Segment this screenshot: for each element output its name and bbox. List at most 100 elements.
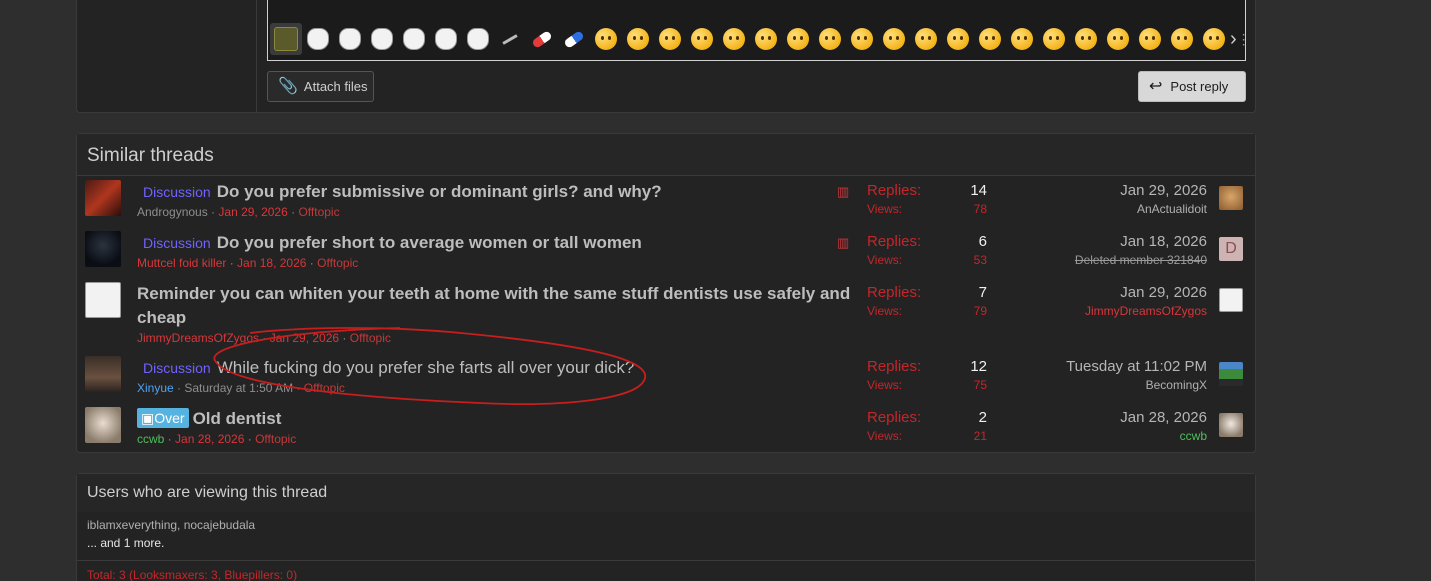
last-post-user[interactable]: ccwb (1007, 429, 1207, 443)
last-post-date[interactable]: Jan 18, 2026 (1007, 233, 1207, 250)
thread-prefix[interactable]: Discussion (143, 360, 211, 376)
emoji-face-icon (787, 28, 809, 50)
thread-author[interactable]: Muttcel foid killer (137, 256, 226, 270)
meme-face-icon (403, 28, 425, 50)
thread-forum[interactable]: Offtopic (317, 256, 358, 270)
smilie-button[interactable] (494, 23, 526, 55)
author-avatar[interactable] (85, 356, 121, 392)
attach-files-button[interactable]: 📎 Attach files (267, 71, 374, 102)
thread-date[interactable]: Jan 29, 2026 (270, 331, 339, 345)
replies-count: 12 (970, 358, 987, 375)
message-editor[interactable]: › ⋮ (267, 0, 1251, 61)
smilie-button[interactable] (974, 23, 1006, 55)
smilie-button[interactable] (686, 23, 718, 55)
thread-date[interactable]: Jan 29, 2026 (218, 205, 287, 219)
smilie-button[interactable] (1166, 23, 1198, 55)
thread-title-text[interactable]: Old dentist (193, 409, 282, 428)
last-poster-avatar[interactable] (1219, 288, 1243, 312)
smilie-button[interactable] (398, 23, 430, 55)
views-count: 79 (973, 304, 987, 318)
thread-forum[interactable]: Offtopic (255, 432, 296, 446)
smilie-button[interactable] (334, 23, 366, 55)
thread-title[interactable]: ▣Over Old dentist (137, 407, 862, 431)
thread-title[interactable]: Discussion While fucking do you prefer sh… (137, 356, 862, 380)
thread-title-text[interactable]: Reminder you can whiten your teeth at ho… (137, 284, 850, 327)
thread-author[interactable]: JimmyDreamsOfZygos (137, 331, 259, 345)
emoji-face-icon (851, 28, 873, 50)
reply-editor-block: › ⋮ 📎 Attach files ↩ Post reply (76, 0, 1256, 113)
replies-label: Replies: (867, 284, 922, 301)
thread-prefix[interactable]: Discussion (143, 235, 211, 251)
thread-prefix-over[interactable]: ▣Over (137, 408, 189, 428)
thread-author[interactable]: Xinyue (137, 381, 174, 395)
thread-author[interactable]: ccwb (137, 432, 164, 446)
author-avatar[interactable] (85, 282, 121, 318)
thread-prefix[interactable]: Discussion (143, 184, 211, 200)
thread-title-text[interactable]: Do you prefer short to average women or … (217, 233, 642, 252)
smilie-button[interactable] (1102, 23, 1134, 55)
emoji-face-icon (723, 28, 745, 50)
emoji-face-icon (1075, 28, 1097, 50)
last-post-user[interactable]: JimmyDreamsOfZygos (1007, 304, 1207, 318)
smilie-button[interactable] (430, 23, 462, 55)
last-post-date[interactable]: Jan 29, 2026 (1007, 284, 1207, 301)
smilie-button[interactable] (1070, 23, 1102, 55)
smilie-button[interactable] (654, 23, 686, 55)
smilie-button[interactable] (302, 23, 334, 55)
last-post-user[interactable]: AnActualidoit (1007, 202, 1207, 216)
smilie-button[interactable] (846, 23, 878, 55)
smilie-button[interactable] (782, 23, 814, 55)
thread-date[interactable]: Saturday at 1:50 AM (184, 381, 293, 395)
thread-title-text[interactable]: While fucking do you prefer she farts al… (217, 358, 635, 377)
smilie-button[interactable] (1134, 23, 1166, 55)
smilie-button[interactable] (718, 23, 750, 55)
thread-title-text[interactable]: Do you prefer submissive or dominant gir… (217, 182, 662, 201)
paperclip-icon: 📎 (278, 77, 298, 95)
last-post-date[interactable]: Jan 28, 2026 (1007, 409, 1207, 426)
thread-title[interactable]: Discussion Do you prefer short to average… (137, 231, 862, 255)
smilie-button[interactable] (558, 23, 590, 55)
thread-forum[interactable]: Offtopic (350, 331, 391, 345)
viewing-user-list[interactable]: iblamxeverything, nocajebudala (77, 512, 1255, 532)
last-post-date[interactable]: Tuesday at 11:02 PM (1007, 358, 1207, 375)
smilie-button[interactable] (814, 23, 846, 55)
meme-face-icon (435, 28, 457, 50)
thread-forum[interactable]: Offtopic (304, 381, 345, 395)
chevron-right-icon[interactable]: › (1230, 28, 1237, 51)
thread-title[interactable]: Reminder you can whiten your teeth at ho… (137, 282, 862, 330)
smilie-button[interactable] (1198, 23, 1230, 55)
smilie-button[interactable] (750, 23, 782, 55)
smilie-button[interactable] (1038, 23, 1070, 55)
views-count: 78 (973, 202, 987, 216)
thread-forum[interactable]: Offtopic (298, 205, 339, 219)
smilie-button[interactable] (942, 23, 974, 55)
views-label: Views: (867, 378, 903, 392)
smilie-button[interactable] (878, 23, 910, 55)
thread-date[interactable]: Jan 18, 2026 (237, 256, 306, 270)
last-poster-avatar[interactable] (1219, 362, 1243, 386)
attach-files-label: Attach files (303, 79, 368, 94)
smilie-button[interactable] (622, 23, 654, 55)
thread-author[interactable]: Androgynous (137, 205, 208, 219)
thread-date[interactable]: Jan 28, 2026 (175, 432, 244, 446)
author-avatar[interactable] (85, 180, 121, 216)
smilie-button[interactable] (1006, 23, 1038, 55)
more-options-icon[interactable]: ⋮ (1237, 31, 1251, 48)
smilie-button[interactable] (366, 23, 398, 55)
post-reply-button[interactable]: ↩ Post reply (1138, 71, 1246, 102)
author-avatar[interactable] (85, 407, 121, 443)
last-poster-avatar[interactable] (1219, 186, 1243, 210)
last-poster-avatar-letter: D (1219, 237, 1243, 261)
smilie-button[interactable] (270, 23, 302, 55)
smilie-button[interactable] (590, 23, 622, 55)
smilie-button[interactable] (910, 23, 942, 55)
smilie-button[interactable] (462, 23, 494, 55)
thread-title[interactable]: Discussion Do you prefer submissive or do… (137, 180, 862, 204)
last-poster-avatar[interactable] (1219, 413, 1243, 437)
last-post-date[interactable]: Jan 29, 2026 (1007, 182, 1207, 199)
views-label: Views: (867, 304, 903, 318)
viewing-more-link[interactable]: ... and 1 more. (77, 532, 1255, 550)
smilie-button[interactable] (526, 23, 558, 55)
author-avatar[interactable] (85, 231, 121, 267)
last-post-user[interactable]: BecomingX (1007, 378, 1207, 392)
